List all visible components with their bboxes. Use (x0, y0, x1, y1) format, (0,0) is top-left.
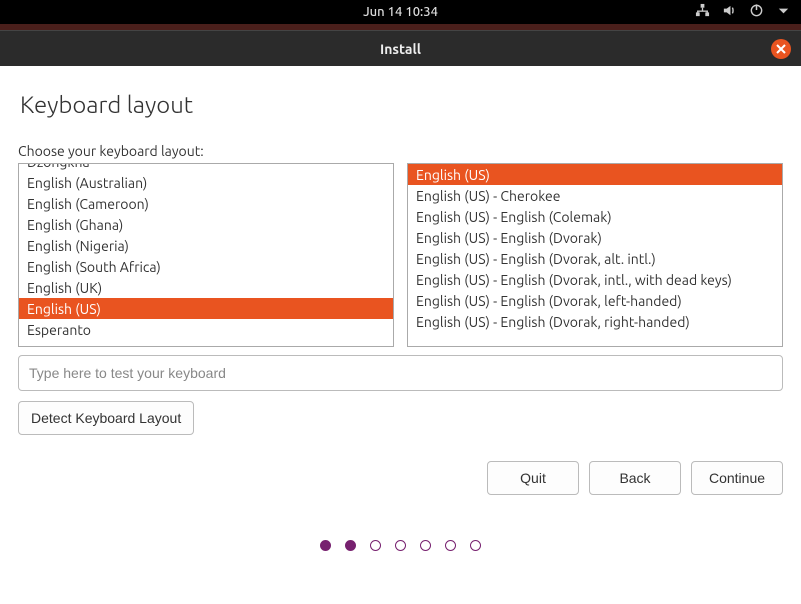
page-title: Keyboard layout (20, 91, 781, 118)
layout-list-right[interactable]: English (US)English (US) - CherokeeEngli… (407, 163, 783, 347)
window-title: Install (380, 41, 421, 57)
list-item[interactable]: English (US) - English (Dvorak) (408, 227, 782, 248)
progress-dot (395, 540, 406, 551)
network-icon[interactable] (695, 3, 710, 21)
continue-button[interactable]: Continue (691, 461, 783, 495)
progress-dot (420, 540, 431, 551)
list-item[interactable]: Dzongkha (19, 163, 393, 172)
progress-dot (470, 540, 481, 551)
window-titlebar: Install (0, 30, 801, 66)
quit-button[interactable]: Quit (487, 461, 579, 495)
progress-dot (370, 540, 381, 551)
list-item[interactable]: English (US) (408, 164, 782, 185)
list-item[interactable]: English (US) - English (Dvorak, alt. int… (408, 248, 782, 269)
topbar-indicators (695, 3, 791, 21)
progress-dot (345, 540, 356, 551)
detect-keyboard-button[interactable]: Detect Keyboard Layout (18, 401, 194, 435)
list-item[interactable]: English (UK) (19, 277, 393, 298)
volume-icon[interactable] (722, 3, 737, 21)
progress-dot (445, 540, 456, 551)
list-item[interactable]: English (South Africa) (19, 256, 393, 277)
layout-list-left[interactable]: DzongkhaEnglish (Australian)English (Cam… (18, 163, 394, 347)
list-item[interactable]: English (US) - English (Dvorak, right-ha… (408, 311, 782, 332)
list-item[interactable]: English (US) - Cherokee (408, 185, 782, 206)
list-item[interactable]: English (US) - English (Dvorak, left-han… (408, 290, 782, 311)
system-topbar: Jun 14 10:34 (0, 0, 801, 24)
list-item[interactable]: English (US) (19, 298, 393, 319)
navigation-buttons: Quit Back Continue (18, 461, 783, 495)
list-item[interactable]: English (Cameroon) (19, 193, 393, 214)
layout-panes: DzongkhaEnglish (Australian)English (Cam… (18, 163, 783, 347)
list-item[interactable]: English (US) - English (Colemak) (408, 206, 782, 227)
list-item[interactable]: English (US) - English (Dvorak, intl., w… (408, 269, 782, 290)
power-icon[interactable] (749, 3, 764, 21)
page-header: Keyboard layout (0, 66, 801, 123)
dropdown-icon[interactable] (776, 3, 791, 21)
topbar-datetime: Jun 14 10:34 (363, 5, 438, 19)
list-item[interactable]: English (Australian) (19, 172, 393, 193)
list-item[interactable]: Esperanto (19, 319, 393, 340)
close-button[interactable] (771, 39, 791, 59)
back-button[interactable]: Back (589, 461, 681, 495)
choose-layout-label: Choose your keyboard layout: (18, 143, 783, 159)
progress-dots (18, 540, 783, 551)
list-item[interactable]: English (Ghana) (19, 214, 393, 235)
keyboard-test-input[interactable] (18, 355, 783, 391)
content-area: Choose your keyboard layout: DzongkhaEng… (0, 143, 801, 551)
progress-dot (320, 540, 331, 551)
list-item[interactable]: English (Nigeria) (19, 235, 393, 256)
